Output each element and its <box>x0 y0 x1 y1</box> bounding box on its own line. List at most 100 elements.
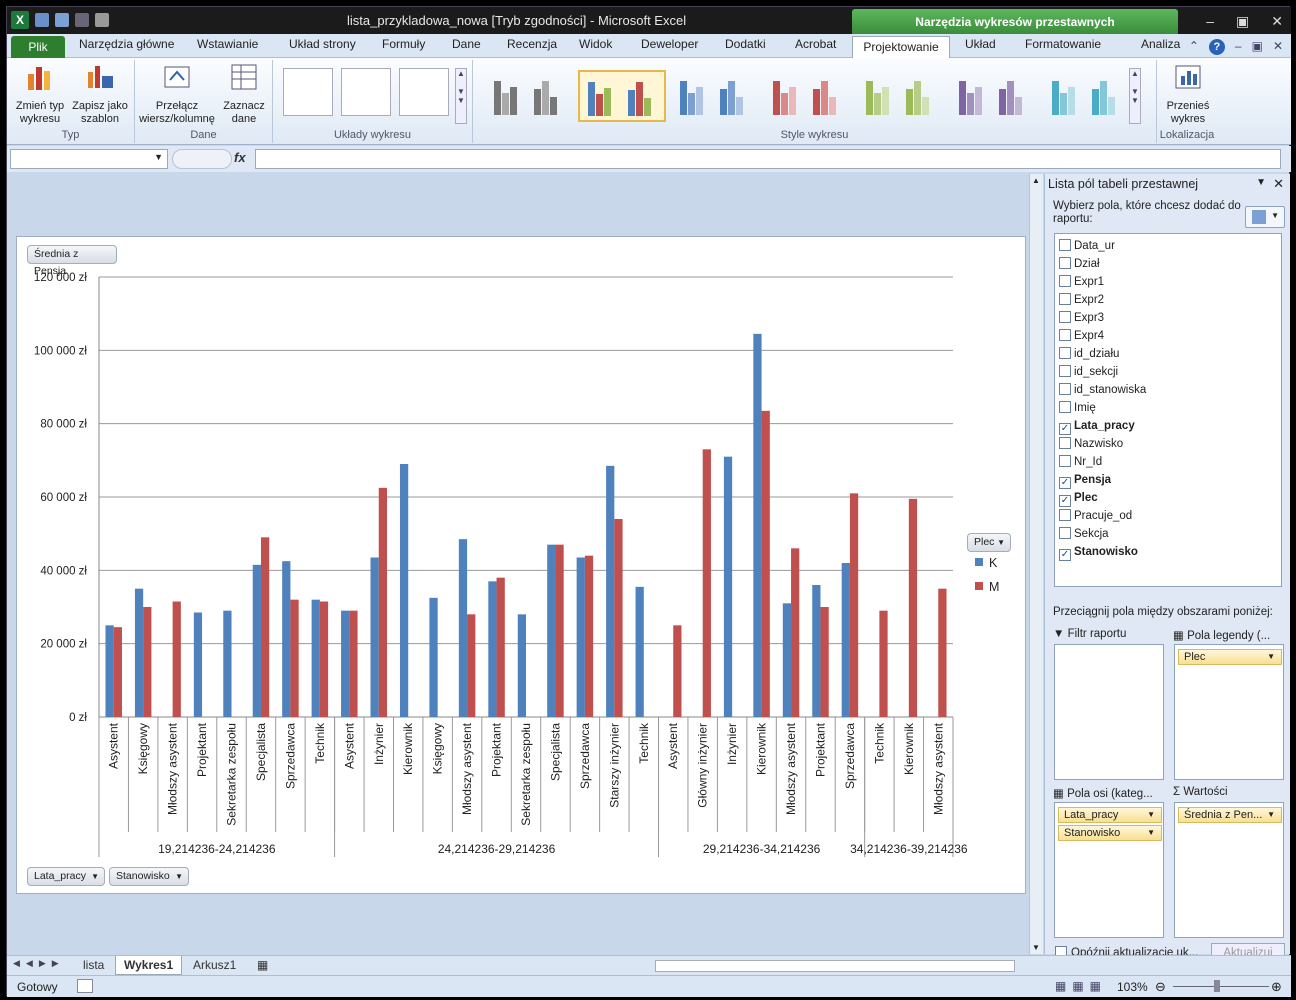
styles-gallery-scroll[interactable]: ▲ ▼ ▼ <box>1129 68 1141 124</box>
tab-narzędzia-główne[interactable]: Narzędzia główne <box>79 37 174 51</box>
field-pracuje_od[interactable]: Pracuje_od <box>1059 508 1132 526</box>
field-stanowisko[interactable]: ✓ Stanowisko <box>1059 544 1138 562</box>
name-box[interactable]: ▼ <box>10 149 168 169</box>
field-checkbox[interactable] <box>1059 329 1071 341</box>
tab-deweloper[interactable]: Deweloper <box>641 37 698 51</box>
tab-file[interactable]: Plik <box>11 36 65 58</box>
chart-style-4[interactable] <box>764 70 852 122</box>
sheet-nav-arrows-icon[interactable]: ◀◀▶▶ <box>13 958 65 969</box>
field-checkbox[interactable] <box>1059 455 1071 467</box>
values-zone-item-avg-pensja[interactable]: Średnia z Pen... ▼ <box>1178 807 1282 823</box>
help-icon[interactable]: ? <box>1208 39 1225 55</box>
field-plec[interactable]: ✓ Plec <box>1059 490 1098 508</box>
minimize-icon[interactable]: – <box>1206 13 1214 30</box>
field-data_ur[interactable]: Data_ur <box>1059 238 1115 256</box>
move-chart-button[interactable]: Przenieś wykres <box>1161 62 1215 126</box>
field-checkbox[interactable]: ✓ <box>1059 549 1071 561</box>
change-chart-type-button[interactable]: Zmień typ wykresu <box>11 62 69 126</box>
save-icon[interactable] <box>35 13 49 27</box>
collapse-ribbon-icon[interactable]: ⌃ <box>1189 39 1199 55</box>
scroll-up-icon[interactable]: ▲ <box>1032 176 1040 185</box>
tab-formuły[interactable]: Formuły <box>382 37 425 51</box>
legend-field-button[interactable]: Plec ▼ <box>967 533 1011 552</box>
field-checkbox[interactable] <box>1059 257 1071 269</box>
axis-zone-item-stanowisko[interactable]: Stanowisko ▼ <box>1058 825 1162 841</box>
pane-close-icon[interactable]: ✕ <box>1273 176 1284 192</box>
select-data-button[interactable]: Zaznacz dane <box>219 62 269 126</box>
zoom-slider[interactable] <box>1173 986 1269 987</box>
field-imię[interactable]: Imię <box>1059 400 1096 418</box>
tab-formatowanie[interactable]: Formatowanie <box>1025 37 1101 51</box>
field-dział[interactable]: Dział <box>1059 256 1100 274</box>
tab-dane[interactable]: Dane <box>452 37 481 51</box>
tab-wstawianie[interactable]: Wstawianie <box>197 37 258 51</box>
doc-minimize-icon[interactable]: – <box>1235 39 1242 55</box>
field-expr3[interactable]: Expr3 <box>1059 310 1104 328</box>
field-nazwisko[interactable]: Nazwisko <box>1059 436 1123 454</box>
field-checkbox[interactable]: ✓ <box>1059 477 1071 489</box>
switch-row-column-button[interactable]: Przełącz wiersz/kolumnę <box>139 62 215 126</box>
excel-logo-icon[interactable]: X <box>11 11 29 29</box>
field-sekcja[interactable]: Sekcja <box>1059 526 1109 544</box>
layouts-gallery-scroll[interactable]: ▲ ▼ ▼ <box>455 68 467 124</box>
axis-field-button-stanowisko[interactable]: Stanowisko ▼ <box>109 867 189 886</box>
field-expr2[interactable]: Expr2 <box>1059 292 1104 310</box>
formula-input[interactable] <box>255 149 1281 169</box>
pivot-chart[interactable]: Średnia z Pensja 0 zł 20 000 zł 40 000 zł 6… <box>16 236 1026 894</box>
tab-acrobat[interactable]: Acrobat <box>795 37 836 51</box>
macro-record-icon[interactable] <box>77 979 93 993</box>
chart-style-1[interactable] <box>485 70 573 122</box>
field-layout-button[interactable]: ▼ <box>1245 206 1285 228</box>
sheet-tab-wykres1[interactable]: Wykres1 <box>115 956 183 975</box>
redo-icon[interactable] <box>75 13 89 27</box>
field-checkbox[interactable] <box>1059 293 1071 305</box>
field-checkbox[interactable] <box>1059 365 1071 377</box>
sheet-tab-lista[interactable]: lista <box>83 958 104 972</box>
axis-zone[interactable]: Lata_pracy ▼ Stanowisko ▼ <box>1054 802 1164 938</box>
field-id_działu[interactable]: id_działu <box>1059 346 1119 364</box>
tab-design[interactable]: Projektowanie <box>852 36 950 59</box>
axis-field-button-lata-pracy[interactable]: Lata_pracy ▼ <box>27 867 105 886</box>
tab-dodatki[interactable]: Dodatki <box>725 37 766 51</box>
undo-icon[interactable] <box>55 13 69 27</box>
zoom-out-icon[interactable]: ⊖ <box>1155 979 1166 995</box>
legend-zone[interactable]: Plec ▼ <box>1174 644 1284 780</box>
chart-style-7[interactable] <box>1043 70 1131 122</box>
pane-options-icon[interactable]: ▼ <box>1256 177 1266 188</box>
field-checkbox[interactable] <box>1059 437 1071 449</box>
legend-zone-item-plec[interactable]: Plec ▼ <box>1178 649 1282 665</box>
field-checkbox[interactable]: ✓ <box>1059 495 1071 507</box>
field-pensja[interactable]: ✓ Pensja <box>1059 472 1111 490</box>
scroll-down-icon[interactable]: ▼ <box>1032 943 1040 952</box>
view-buttons-icon[interactable]: ▦▦▦ <box>1055 979 1107 993</box>
values-zone[interactable]: Średnia z Pen... ▼ <box>1174 802 1284 938</box>
zoom-in-icon[interactable]: ⊕ <box>1271 979 1282 995</box>
restore-icon[interactable]: ▣ <box>1236 13 1249 30</box>
chart-style-3[interactable] <box>671 70 759 122</box>
print-preview-icon[interactable] <box>95 13 109 27</box>
chart-layout-3[interactable] <box>399 68 449 116</box>
save-as-template-button[interactable]: Zapisz jako szablon <box>69 62 131 126</box>
doc-close-icon[interactable]: ✕ <box>1273 39 1283 55</box>
field-expr4[interactable]: Expr4 <box>1059 328 1104 346</box>
field-id_stanowiska[interactable]: id_stanowiska <box>1059 382 1146 400</box>
field-checkbox[interactable] <box>1059 275 1071 287</box>
horizontal-scrollbar[interactable] <box>655 960 1015 972</box>
field-checkbox[interactable] <box>1059 347 1071 359</box>
tab-układ-strony[interactable]: Układ strony <box>289 37 356 51</box>
zoom-slider-thumb[interactable] <box>1214 980 1220 992</box>
sheet-tab-arkusz1[interactable]: Arkusz1 <box>193 958 236 972</box>
field-checkbox[interactable] <box>1059 401 1071 413</box>
field-nr_id[interactable]: Nr_Id <box>1059 454 1102 472</box>
chart-style-5[interactable] <box>857 70 945 122</box>
field-id_sekcji[interactable]: id_sekcji <box>1059 364 1118 382</box>
chart-style-2[interactable] <box>578 70 666 122</box>
chart-style-6[interactable] <box>950 70 1038 122</box>
chart-layout-1[interactable] <box>283 68 333 116</box>
field-checkbox[interactable] <box>1059 311 1071 323</box>
tab-układ[interactable]: Układ <box>965 37 996 51</box>
name-box-dropdown-icon[interactable]: ▼ <box>154 152 163 162</box>
filter-zone[interactable] <box>1054 644 1164 780</box>
vertical-scrollbar[interactable]: ▲ ▼ <box>1029 174 1043 954</box>
field-checkbox[interactable]: ✓ <box>1059 423 1071 435</box>
